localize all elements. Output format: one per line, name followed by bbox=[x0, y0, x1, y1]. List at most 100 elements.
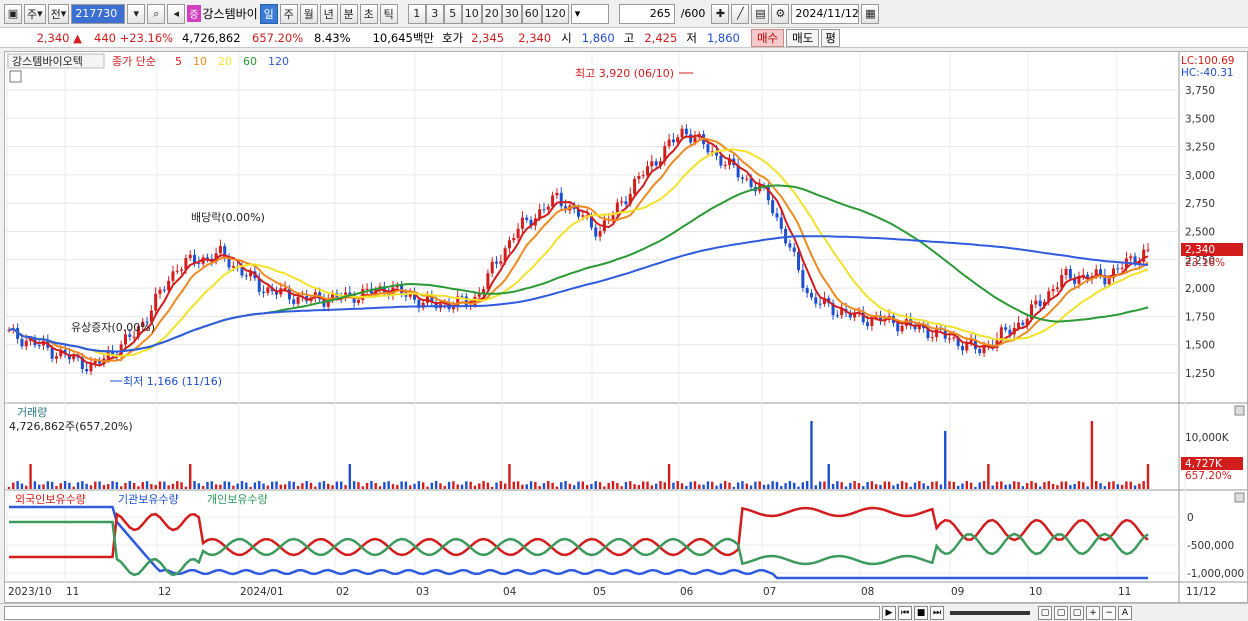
volume-bar bbox=[107, 484, 110, 489]
volume-bar bbox=[1095, 481, 1098, 489]
calendar-icon[interactable]: ▦ bbox=[861, 3, 880, 24]
count-field[interactable]: 265 bbox=[618, 3, 675, 24]
volume-bar bbox=[952, 481, 956, 489]
tab-second[interactable]: 초 bbox=[359, 3, 378, 24]
flat-button[interactable]: 평 bbox=[821, 28, 840, 47]
stop-icon[interactable]: ■ bbox=[914, 605, 928, 620]
interval-button[interactable]: 10 bbox=[461, 3, 482, 24]
candle-body bbox=[266, 287, 270, 293]
candle-body bbox=[85, 369, 89, 372]
volume-bar bbox=[892, 485, 895, 489]
interval-button[interactable]: 60 bbox=[521, 3, 542, 24]
volume-bar bbox=[145, 481, 149, 489]
interval-button[interactable]: 5 bbox=[443, 3, 462, 24]
volume-bar bbox=[409, 485, 412, 489]
font-icon[interactable]: A bbox=[1118, 605, 1132, 620]
candle-body bbox=[706, 144, 710, 153]
interval-input[interactable]: ▾ bbox=[570, 3, 609, 24]
market-badge: 증 bbox=[187, 5, 201, 22]
zoom-out-icon[interactable]: − bbox=[1102, 605, 1116, 620]
last-icon[interactable]: ⏭ bbox=[930, 605, 944, 620]
candle-body bbox=[24, 340, 28, 347]
volume-bar bbox=[150, 484, 153, 489]
volume-bar bbox=[456, 484, 459, 489]
first-icon[interactable]: ⏮ bbox=[898, 605, 912, 620]
code-dropdown-icon[interactable]: ▾ bbox=[127, 3, 146, 24]
speaker-icon[interactable]: ◂ bbox=[167, 3, 186, 24]
volume-close-icon[interactable] bbox=[1234, 405, 1245, 416]
volume-bar bbox=[788, 481, 792, 489]
interval-button[interactable]: 20 bbox=[481, 3, 502, 24]
volume-bar bbox=[232, 485, 235, 489]
volume-bar bbox=[430, 482, 434, 489]
volume-bar bbox=[270, 481, 274, 489]
search-icon[interactable]: ⌕ bbox=[147, 3, 166, 24]
quote-price: 2,340 ▲ bbox=[36, 30, 82, 45]
layout-icon[interactable]: ▣ bbox=[4, 3, 22, 24]
volume-bar bbox=[1112, 481, 1115, 489]
interval-button[interactable]: 120 bbox=[541, 3, 569, 24]
volume-bar bbox=[680, 483, 684, 489]
table-toggle-icon[interactable] bbox=[9, 70, 22, 83]
legend-ma-period: 20 bbox=[218, 55, 232, 68]
stock-name-field[interactable]: 증 강스템바이 bbox=[187, 4, 258, 24]
crosshair-icon[interactable]: ✚ bbox=[711, 3, 730, 24]
volume-bar bbox=[253, 482, 257, 489]
volume-bar bbox=[719, 483, 723, 489]
save-icon[interactable]: ▤ bbox=[751, 3, 770, 24]
volume-bar bbox=[525, 484, 528, 489]
volume-bar bbox=[642, 481, 645, 489]
interval-button[interactable]: 30 bbox=[501, 3, 522, 24]
volume-bar bbox=[659, 481, 662, 489]
volume-bar bbox=[534, 481, 537, 489]
draw-tool-icon[interactable]: ╱ bbox=[731, 3, 750, 24]
interval-button[interactable]: 3 bbox=[425, 3, 444, 24]
scroll-right-icon[interactable]: ▶ bbox=[882, 605, 896, 620]
volume-bar bbox=[219, 484, 222, 489]
tab-year[interactable]: 년 bbox=[319, 3, 338, 24]
tab-week[interactable]: 주 bbox=[279, 3, 298, 24]
date-field[interactable]: 2024/11/12 bbox=[791, 3, 860, 24]
volume-bar bbox=[1073, 483, 1076, 489]
sell-button[interactable]: 매도 bbox=[786, 28, 820, 47]
tab-tick[interactable]: 틱 bbox=[379, 3, 398, 24]
price-chart[interactable]: 3,7503,5003,2503,0002,7502,5002,2502,000… bbox=[5, 52, 1248, 604]
prev-select[interactable]: 전 ▾ bbox=[47, 3, 70, 24]
volume-bar bbox=[736, 482, 740, 489]
volume-bar bbox=[400, 481, 403, 489]
volume-bar bbox=[486, 482, 490, 489]
volume-bar bbox=[547, 481, 550, 489]
count-value: 265 bbox=[649, 7, 671, 20]
chart-area[interactable]: 3,750 3,500 3,250 3,000 2,750 2,500 2,250 2,000… bbox=[4, 51, 1248, 604]
volume-bar bbox=[29, 464, 32, 489]
gear-icon[interactable]: ⚙ bbox=[771, 3, 790, 24]
volume-bar bbox=[20, 483, 24, 489]
volume-bar bbox=[387, 481, 390, 489]
layout1-icon[interactable]: ▢ bbox=[1038, 605, 1052, 620]
volume-bar bbox=[780, 486, 783, 489]
volume-bar bbox=[1142, 481, 1145, 489]
volume-bar bbox=[512, 481, 515, 489]
buy-button[interactable]: 매수 bbox=[750, 28, 785, 47]
tab-month[interactable]: 월 bbox=[299, 3, 318, 24]
interval-button[interactable]: 1 bbox=[407, 3, 426, 24]
code-input[interactable]: 217730 bbox=[71, 3, 126, 24]
scrollbar[interactable] bbox=[4, 605, 880, 620]
institution-line bbox=[9, 505, 1148, 580]
holdings-close-icon[interactable] bbox=[1234, 492, 1245, 503]
layout3-icon[interactable]: ▢ bbox=[1070, 605, 1084, 620]
zoom-in-icon[interactable]: + bbox=[1086, 605, 1100, 620]
tab-day[interactable]: 일 bbox=[259, 3, 278, 24]
candle-body bbox=[805, 287, 809, 294]
volume-bar bbox=[853, 481, 856, 489]
candle-body bbox=[1146, 249, 1150, 251]
tab-minute[interactable]: 분 bbox=[339, 3, 358, 24]
zoom-slider[interactable] bbox=[950, 610, 1030, 615]
interval-buttons: 1 3 5 10 20 30 60 120 bbox=[407, 3, 569, 24]
volume-bar bbox=[611, 481, 615, 489]
candle-body bbox=[546, 206, 550, 210]
layout2-icon[interactable]: ▢ bbox=[1054, 605, 1068, 620]
volume-bar bbox=[1025, 483, 1029, 489]
period-select[interactable]: 주 ▾ bbox=[24, 3, 46, 24]
volume-bar bbox=[805, 481, 809, 489]
